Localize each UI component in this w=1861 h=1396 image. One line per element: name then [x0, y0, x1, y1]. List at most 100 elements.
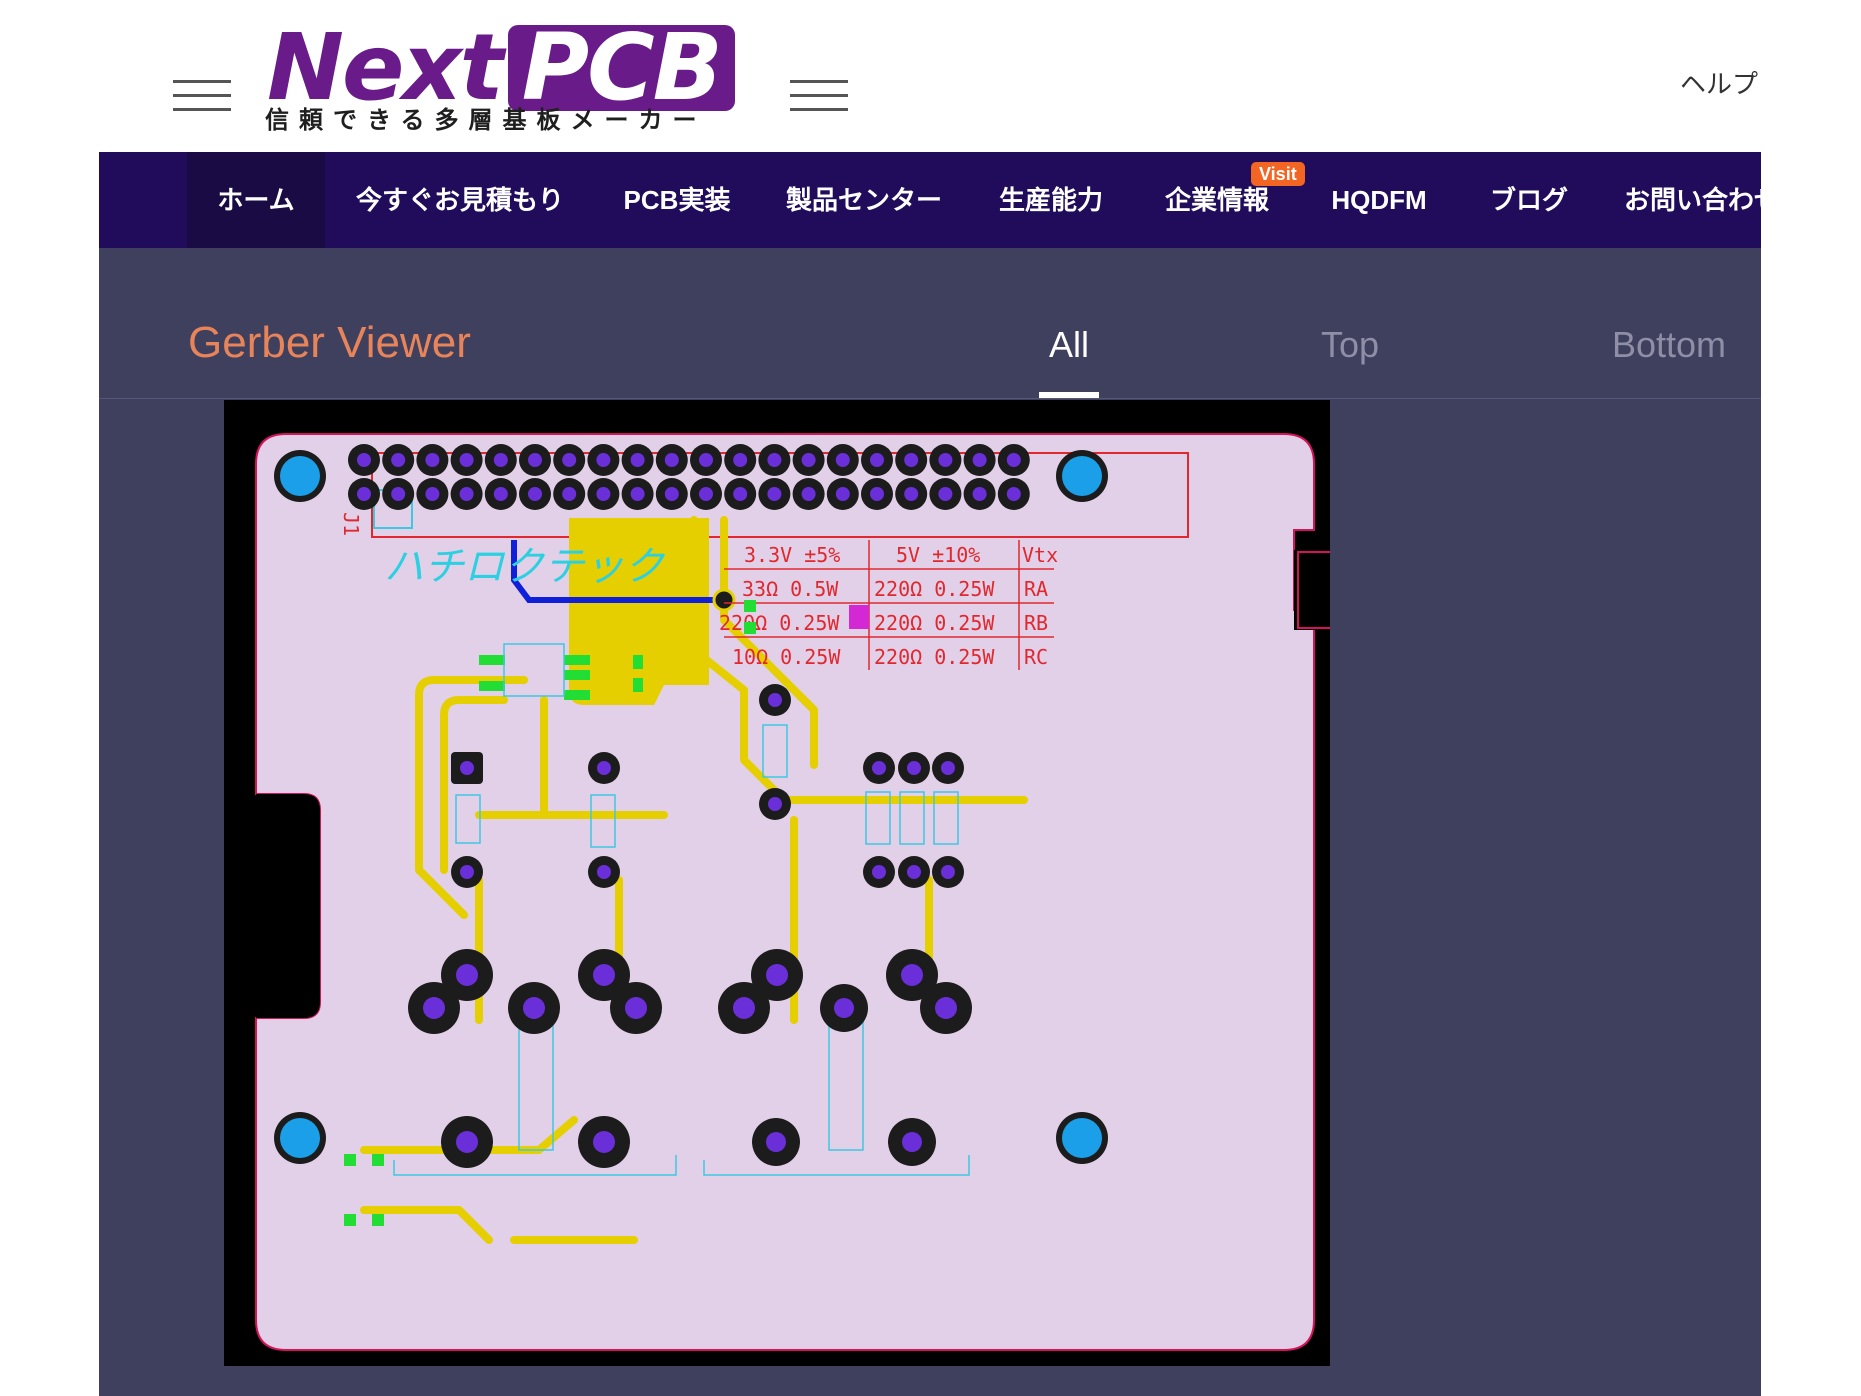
terminal-pad-drill: [456, 1131, 478, 1153]
mounting-hole: [280, 1118, 320, 1158]
nav-item-quote[interactable]: 今すぐお見積もり: [355, 152, 565, 248]
visit-badge: Visit: [1251, 162, 1305, 186]
header-pin-drill: [870, 487, 884, 501]
header-pin-drill: [767, 487, 782, 501]
tab-top[interactable]: Top: [1321, 324, 1379, 366]
header-pin-drill: [596, 453, 611, 467]
component-pad-drill: [460, 761, 474, 775]
main-nav: ホーム 今すぐお見積もり PCB実装 製品センター 生産能力 企業情報 Visi…: [99, 152, 1761, 248]
mounting-hole: [1062, 456, 1102, 496]
header-pin-drill: [972, 487, 987, 501]
header-pin-drill: [596, 487, 611, 501]
table-vtx-5v: 5V ±10%: [896, 543, 980, 567]
terminal-pad-drill: [733, 997, 755, 1019]
header-pin-drill: [904, 453, 919, 467]
component-pad-drill: [907, 865, 921, 879]
header-pin-drill: [630, 453, 645, 467]
table-rb-label: RB: [1024, 611, 1048, 635]
table-rb-5v: 220Ω 0.25W: [874, 611, 995, 635]
test-pad-drill: [902, 1132, 922, 1152]
nav-item-contact[interactable]: お問い合わせ: [1624, 152, 1761, 248]
table-rc-33v: 10Ω 0.25W: [732, 645, 841, 669]
test-pad-drill: [834, 998, 854, 1018]
board-notch: [256, 794, 320, 1018]
header-pin-drill: [767, 453, 782, 467]
table-rc-label: RC: [1024, 645, 1048, 669]
terminal-pad-drill: [423, 997, 445, 1019]
header-pin-drill: [562, 453, 577, 467]
header-pin-drill: [733, 487, 748, 501]
header-pin-drill: [459, 453, 474, 467]
nav-item-pcba[interactable]: PCB実装: [612, 152, 742, 248]
nav-item-hqdfm[interactable]: HQDFM: [1329, 152, 1429, 248]
nextpcb-logo[interactable]: Next PCB 信頼できる多層基板メーカー: [173, 18, 855, 138]
table-rc-5v: 220Ω 0.25W: [874, 645, 995, 669]
header-pin-drill: [459, 487, 474, 501]
nav-item-capability[interactable]: 生産能力: [996, 152, 1106, 248]
component-pad-drill: [768, 797, 782, 811]
gerber-canvas[interactable]: J1 ハチロクテック 3.3V ±5% 5V ±10% Vtx 33Ω 0.5W…: [224, 400, 1330, 1366]
pcb-render: J1 ハチロクテック 3.3V ±5% 5V ±10% Vtx 33Ω 0.5W…: [255, 433, 1330, 1351]
component-pad-drill: [597, 761, 611, 775]
component-pad-drill: [941, 865, 955, 879]
nav-item-products[interactable]: 製品センター: [783, 152, 945, 248]
help-link[interactable]: ヘルプ: [1680, 64, 1758, 101]
silk-logo: ハチロクテック: [384, 544, 666, 590]
terminal-pad-drill: [625, 997, 647, 1019]
ref-designator-j1: J1: [339, 512, 363, 536]
header-pin-drill: [357, 487, 371, 501]
trace-via: [712, 588, 736, 612]
mounting-hole: [1062, 1118, 1102, 1158]
logo-brand-pcb: PCB: [507, 22, 735, 114]
table-ra-label: RA: [1024, 577, 1048, 601]
header-pin-drill: [357, 453, 371, 467]
header-pin-drill: [1006, 453, 1021, 467]
tab-all[interactable]: All: [1049, 324, 1089, 366]
header-pin-drill: [870, 453, 884, 467]
header-pin-drill: [938, 453, 953, 467]
header-pin-drill: [801, 487, 816, 501]
tab-bottom[interactable]: Bottom: [1612, 324, 1726, 366]
header-pin-drill: [391, 453, 406, 467]
ic-magenta: [849, 605, 869, 629]
header-pin-drill: [938, 487, 953, 501]
component-pad-drill: [872, 761, 886, 775]
terminal-pad-drill: [901, 964, 923, 986]
component-pad-drill: [872, 865, 886, 879]
header-pin-drill: [562, 487, 577, 501]
terminal-pad-drill: [593, 964, 615, 986]
table-rb-33v: 220Ω 0.25W: [719, 611, 840, 635]
terminal-pad-drill: [935, 997, 957, 1019]
gerber-viewer-panel: Gerber Viewer All Top Bottom J1 ハチロクテック …: [99, 248, 1761, 1396]
page-title: Gerber Viewer: [188, 318, 471, 367]
header-pin-drill: [425, 487, 440, 501]
header-pin-drill: [391, 487, 406, 501]
terminal-pad-drill: [766, 964, 788, 986]
header-pin-drill: [699, 453, 713, 467]
header-pin-drill: [835, 453, 850, 467]
terminal-pad-drill: [456, 964, 478, 986]
header-pin-drill: [972, 453, 987, 467]
header-pin-drill: [1006, 487, 1021, 501]
header-pin-drill: [630, 487, 645, 501]
component-pad-drill: [768, 693, 782, 707]
header-pin-drill: [493, 453, 508, 467]
logo-tagline: 信頼できる多層基板メーカー: [265, 106, 707, 134]
header-pin-drill: [493, 487, 508, 501]
nav-item-blog[interactable]: ブログ: [1484, 152, 1574, 248]
header-pin-drill: [801, 453, 816, 467]
component-pad-drill: [941, 761, 955, 775]
header-pin-drill: [528, 453, 542, 467]
terminal-pad-drill: [593, 1131, 615, 1153]
mounting-hole: [280, 456, 320, 496]
header-pin-drill: [699, 487, 713, 501]
logo-decor-lines-right: [790, 80, 848, 122]
nav-item-home[interactable]: ホーム: [187, 152, 325, 248]
header-pin-drill: [664, 453, 679, 467]
table-ra-33v: 33Ω 0.5W: [742, 577, 839, 601]
table-vtx-33v: 3.3V ±5%: [744, 543, 840, 567]
header-pin-drill: [733, 453, 748, 467]
table-vtx-label: Vtx: [1022, 543, 1058, 567]
component-pad-drill: [597, 865, 611, 879]
logo-decor-lines-left: [173, 80, 231, 122]
